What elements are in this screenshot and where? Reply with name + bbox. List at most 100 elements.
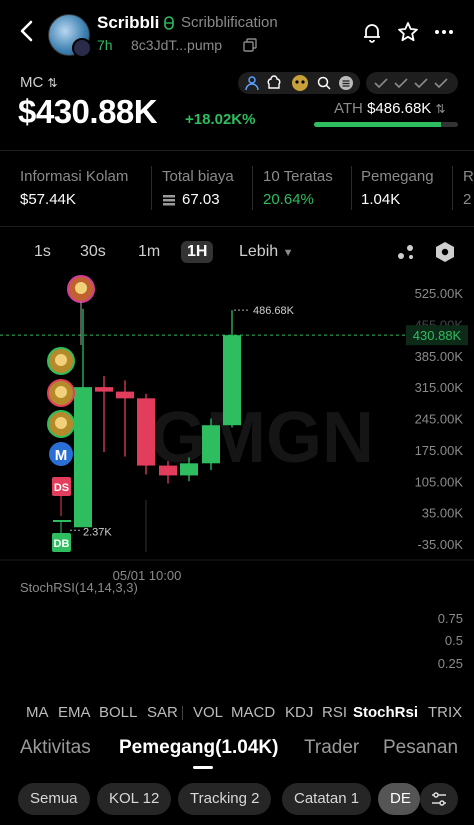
divider [351,166,352,210]
y-tick-label: 385.00K [415,349,464,364]
indicator-boll[interactable]: BOLL [99,704,137,721]
y-tick-label: 315.00K [415,380,464,395]
timeframe-1h[interactable]: 1H [181,241,214,263]
pill-icon [164,16,174,30]
trader-avatar-face [75,282,87,294]
marker-ds-label: DS [54,482,69,494]
divider [182,706,183,720]
stat-label-more: R [463,168,474,185]
stoch-tick-label: 0.25 [438,656,463,671]
filter-settings-button[interactable] [420,783,458,815]
indicator-macd[interactable]: MACD [231,704,275,721]
marker-db-label: DB [54,538,70,550]
search-icon [317,76,331,90]
stack-icon [163,195,175,206]
low-marker-label: 2.37K [83,526,112,538]
timeframe-30s[interactable]: 30s [80,243,106,261]
token-name: Scribbli [97,13,160,32]
check-icons [374,78,448,89]
marker-m-label: M [55,447,68,464]
y-tick-label: 525.00K [415,286,464,301]
current-price-label: 430.88K [413,328,462,343]
mc-value: $430.88K [18,93,158,130]
star-icon[interactable] [396,20,420,44]
pepe-icon [292,75,308,91]
trader-avatar-face [55,386,67,398]
token-fullname: Scribblification [181,14,278,31]
token-address[interactable]: 8c3JdT...pump [131,37,222,53]
bell-icon[interactable] [360,20,384,44]
timeframe-1m[interactable]: 1m [138,243,160,261]
back-arrow-icon[interactable] [14,18,40,44]
stat-value-fees: 67.03 [182,191,220,208]
mc-label: MC ⇅ [20,74,58,91]
ath-label: ATH $486.68K ⇅ [334,100,446,117]
y-tick-label: 175.00K [415,443,464,458]
tab-activity[interactable]: Aktivitas [20,737,91,759]
filter-chip-tracking[interactable]: Tracking 2 [178,783,272,815]
y-tick-label: -35.00K [417,537,463,552]
indicator-rsi[interactable]: RSI [322,704,347,721]
list-icon [339,76,353,90]
candle-body [116,391,134,399]
stat-value-holders: 1.04K [361,191,401,208]
divider [452,166,453,210]
indicator-trix[interactable]: TRIX [428,704,462,721]
stat-label-top10: 10 Teratas [263,168,333,185]
indicator-sar[interactable]: SAR [147,704,178,721]
high-marker-label: 486.68K [253,305,295,317]
price-chart[interactable]: GMGN 525.00K385.00K315.00K245.00K175.00K… [0,270,474,710]
filter-chip-all[interactable]: Semua [18,783,90,815]
stat-label-pool: Informasi Kolam [20,168,129,185]
header: Scribbli Scribblification 7h 8c3JdT...pu… [0,0,474,66]
mc-change: +18.02K% [185,111,256,128]
tab-holders[interactable]: Pemegang(1.04K) [119,737,278,759]
timeframe-1s[interactable]: 1s [34,243,51,261]
indicator-ema[interactable]: EMA [58,704,91,721]
indicator-stochrsi[interactable]: StochRsi [353,704,418,721]
trader-avatar-face [55,417,67,429]
tab-traders[interactable]: Trader [304,737,359,759]
divider [151,166,152,210]
drawing-tools-icon[interactable] [396,242,416,262]
filter-chip-kol[interactable]: KOL 12 [97,783,172,815]
candle-body [74,387,92,528]
ath-progress-bar [314,122,458,127]
candle-body [95,387,113,392]
stochrsi-label: StochRSI(14,14,3,3) [20,580,138,595]
stoch-tick-label: 0.5 [445,633,463,648]
trader-avatar-face [55,354,67,366]
token-age: 7h [97,37,113,53]
stat-value-top10: 20.64% [263,191,314,208]
y-tick-label: 245.00K [415,412,464,427]
candle-body [202,425,220,464]
divider [0,150,474,151]
stat-label-fees: Total biaya [162,168,234,185]
chef-hat-icon [267,75,281,89]
tab-orders[interactable]: Pesanan [383,737,458,759]
ath-progress-fill [314,122,442,127]
more-timeframes-button[interactable]: Lebih ▼ [239,243,294,261]
filter-chip-dev[interactable]: DE [378,783,420,815]
stat-label-holders: Pemegang [361,168,434,185]
sliders-icon [432,792,446,806]
tab-active-indicator [193,766,213,769]
copy-icon[interactable] [243,38,257,52]
filter-chip-notes[interactable]: Catatan 1 [282,783,372,815]
candle-body [137,398,155,466]
indicator-kdj[interactable]: KDJ [285,704,313,721]
indicator-ma[interactable]: MA [26,704,49,721]
candle-body [180,463,198,476]
settings-hexagon-icon[interactable] [435,241,455,263]
platform-badge-icon [72,38,92,58]
more-icon[interactable] [432,20,456,44]
audit-icons-group[interactable] [238,72,360,94]
checks-group[interactable] [366,72,458,94]
stat-value-pool: $57.44K [20,191,76,208]
stoch-tick-label: 0.75 [438,611,463,626]
indicator-vol[interactable]: VOL [193,704,223,721]
divider [252,166,253,210]
divider [0,226,474,227]
user-icon [245,76,259,91]
stat-value-more: 2 [463,191,472,208]
